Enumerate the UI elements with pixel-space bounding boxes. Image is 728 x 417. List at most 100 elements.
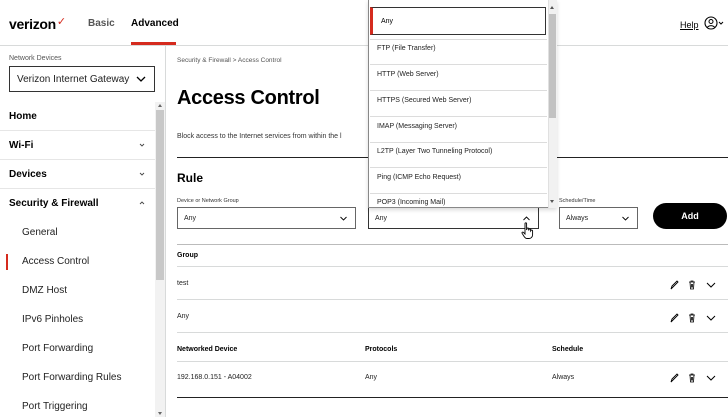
delete-trash-icon[interactable]	[687, 372, 697, 384]
nav-basic-tab[interactable]: Basic	[88, 18, 115, 29]
option-separator	[370, 90, 547, 91]
table-divider	[177, 299, 728, 300]
option-separator	[370, 39, 547, 40]
edit-pencil-icon[interactable]	[669, 312, 679, 324]
sidebar-item-label: Port Forwarding Rules	[22, 372, 122, 383]
nav-advanced-tab[interactable]: Advanced	[131, 18, 179, 29]
hand-pointer-cursor-icon	[521, 222, 534, 239]
table-divider	[177, 332, 728, 333]
sidebar-item-dmz-host[interactable]: DMZ Host	[0, 276, 155, 305]
option-separator	[370, 193, 547, 194]
sidebar-item-access-control[interactable]: Access Control	[0, 247, 155, 276]
logo-text: verizon	[9, 16, 56, 32]
edit-pencil-icon[interactable]	[669, 372, 679, 384]
network-device-select[interactable]: Verizon Internet Gateway	[9, 66, 155, 92]
network-devices-label: Network Devices	[9, 55, 62, 62]
sidebar-item-port-forwarding-rules[interactable]: Port Forwarding Rules	[0, 363, 155, 392]
option-separator	[370, 167, 547, 168]
sidebar-item-label: Security & Firewall	[9, 198, 99, 209]
logo-check-icon: ✓	[56, 16, 66, 28]
protocol-select-value: Any	[375, 214, 388, 222]
protocol-dropdown-list: Any FTP (File Transfer) HTTP (Web Server…	[368, 0, 557, 208]
sidebar-item-label: Access Control	[22, 256, 90, 267]
sidebar-item-ipv6-pinholes[interactable]: IPv6 Pinholes	[0, 305, 155, 334]
device-row-device: 192.168.0.151 - A04002	[177, 374, 252, 381]
sidebar-item-label: Port Forwarding	[22, 343, 94, 354]
expand-chevron-icon[interactable]	[705, 372, 717, 384]
sidebar-item-security-firewall[interactable]: Security & Firewall	[0, 189, 155, 218]
breadcrumb[interactable]: Security & Firewall > Access Control	[177, 57, 282, 64]
sidebar-item-devices[interactable]: Devices	[0, 160, 155, 189]
chevron-up-icon	[139, 201, 145, 205]
sidebar: Network Devices Verizon Internet Gateway…	[0, 46, 166, 417]
help-link[interactable]: Help	[680, 20, 699, 30]
schedule-select-value: Always	[566, 214, 589, 222]
chevron-down-icon	[139, 143, 145, 147]
sidebar-item-port-forwarding[interactable]: Port Forwarding	[0, 334, 155, 363]
sidebar-item-label: Wi-Fi	[9, 139, 34, 151]
rule-section-title: Rule	[177, 171, 204, 185]
sidebar-item-general[interactable]: General	[0, 218, 155, 247]
top-header: verizon✓ Basic Advanced Help	[0, 0, 728, 46]
dropdown-option[interactable]: HTTPS (Secured Web Server)	[377, 97, 471, 104]
option-separator	[370, 142, 547, 143]
group-column-header: Group	[177, 252, 198, 259]
table-row-actions	[669, 312, 719, 324]
dropdown-option-selected[interactable]: Any	[370, 7, 546, 35]
networked-device-column-header: Networked Device	[177, 346, 238, 353]
dropdown-option[interactable]: HTTP (Web Server)	[377, 71, 439, 78]
scroll-down-icon[interactable]	[550, 200, 554, 203]
table-divider	[177, 266, 728, 267]
table-divider	[177, 361, 728, 362]
group-row-name: Any	[177, 313, 190, 320]
chevron-down-icon	[622, 216, 629, 221]
scroll-up-icon[interactable]	[550, 6, 554, 9]
device-row-protocol: Any	[365, 374, 378, 381]
scroll-down-icon[interactable]	[158, 412, 162, 415]
table-row-actions	[669, 372, 719, 384]
chevron-down-icon	[139, 172, 145, 176]
chevron-down-icon	[136, 76, 146, 82]
dropdown-option[interactable]: POP3 (Incoming Mail)	[377, 199, 445, 206]
expand-chevron-icon[interactable]	[705, 279, 717, 291]
group-row-name: test	[177, 280, 189, 287]
active-tab-indicator	[131, 42, 176, 45]
dropdown-option[interactable]: L2TP (Layer Two Tunneling Protocol)	[377, 148, 492, 155]
device-select-value: Any	[184, 214, 197, 222]
edit-pencil-icon[interactable]	[669, 279, 679, 291]
network-device-value: Verizon Internet Gateway	[17, 73, 130, 85]
protocol-select[interactable]: Any	[368, 207, 539, 229]
page-title: Access Control	[177, 87, 320, 109]
add-button[interactable]: Add	[653, 203, 727, 229]
device-select[interactable]: Any	[177, 207, 356, 229]
sidebar-item-label: Devices	[9, 168, 47, 180]
dropdown-scrollbar-thumb[interactable]	[549, 14, 556, 118]
protocols-column-header: Protocols	[365, 346, 398, 353]
sidebar-menu: Home Wi-Fi Devices Security & Firewall G…	[0, 102, 155, 417]
verizon-logo[interactable]: verizon✓	[9, 16, 66, 32]
sidebar-item-label: Port Triggering	[22, 401, 88, 412]
dropdown-option[interactable]: Ping (ICMP Echo Request)	[377, 174, 461, 181]
sidebar-item-port-triggering[interactable]: Port Triggering	[0, 392, 155, 417]
schedule-column-header: Schedule	[552, 346, 584, 353]
option-separator	[370, 116, 547, 117]
page-description: Block access to the Internet services fr…	[177, 133, 342, 140]
sidebar-item-home[interactable]: Home	[0, 102, 155, 131]
user-circle-icon[interactable]	[704, 16, 724, 30]
chevron-up-icon	[523, 216, 530, 221]
device-row-schedule: Always	[552, 374, 575, 381]
dropdown-option[interactable]: IMAP (Messaging Server)	[377, 123, 457, 130]
sidebar-item-label: DMZ Host	[22, 285, 67, 296]
delete-trash-icon[interactable]	[687, 279, 697, 291]
expand-chevron-icon[interactable]	[705, 312, 717, 324]
table-divider	[177, 397, 728, 398]
sidebar-scrollbar-thumb[interactable]	[156, 110, 164, 280]
schedule-select[interactable]: Always	[559, 207, 638, 229]
sidebar-item-label: General	[22, 227, 58, 238]
device-field-label: Device or Network Group	[177, 198, 239, 204]
scroll-up-icon[interactable]	[158, 104, 162, 107]
dropdown-option[interactable]: FTP (File Transfer)	[377, 45, 436, 52]
delete-trash-icon[interactable]	[687, 312, 697, 324]
sidebar-item-wifi[interactable]: Wi-Fi	[0, 131, 155, 160]
sidebar-item-label: Home	[9, 110, 37, 122]
